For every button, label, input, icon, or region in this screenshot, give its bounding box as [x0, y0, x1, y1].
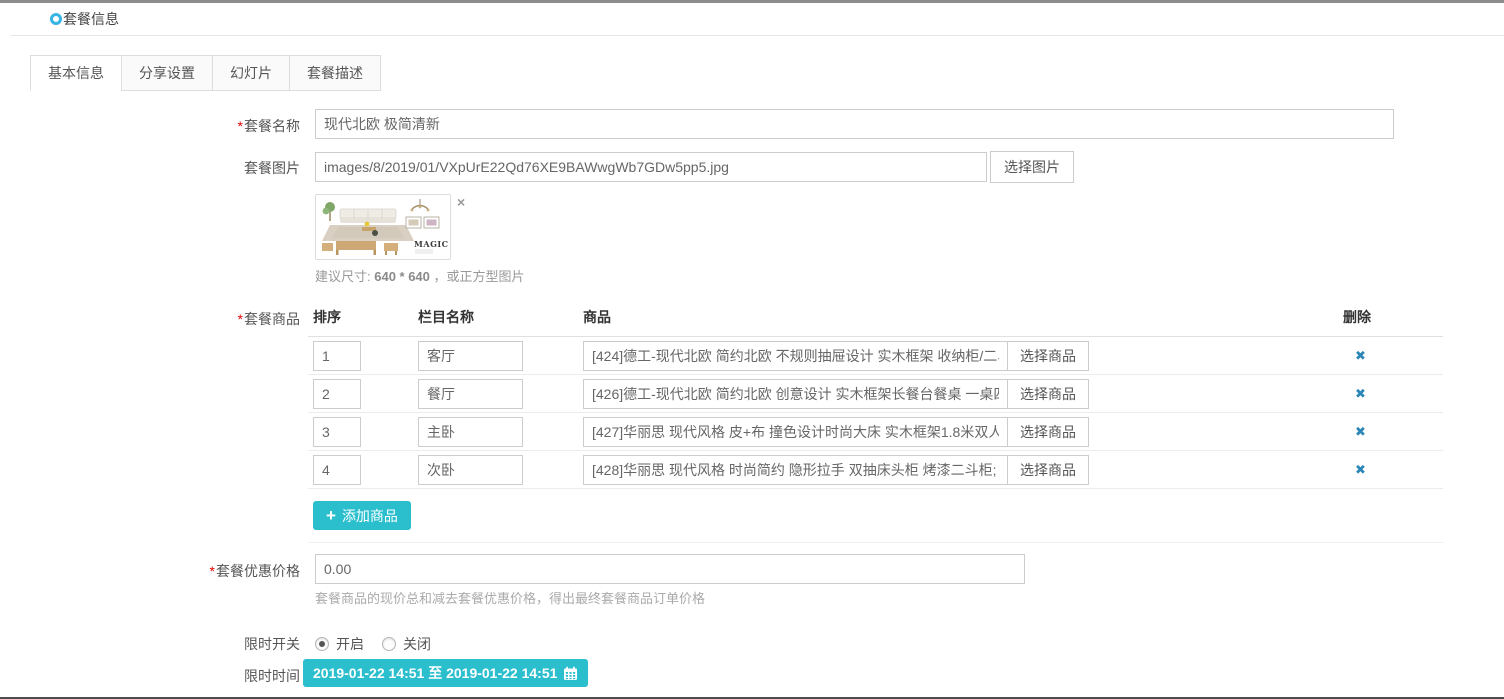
- limit-switch-label: 限时开关: [10, 632, 308, 654]
- choose-product-button[interactable]: 选择商品: [1007, 455, 1089, 485]
- page-title: 套餐信息: [63, 9, 119, 29]
- image-watermark-text: MAGIC: [414, 239, 448, 249]
- tab-slideshow[interactable]: 幻灯片: [212, 55, 290, 91]
- category-name-input[interactable]: [418, 341, 523, 371]
- tab-package-description[interactable]: 套餐描述: [289, 55, 381, 91]
- sort-input[interactable]: [313, 455, 361, 485]
- sort-input[interactable]: [313, 417, 361, 447]
- category-name-input[interactable]: [418, 417, 523, 447]
- limit-time-label: 限时时间: [10, 659, 308, 686]
- delete-row-icon[interactable]: ✖: [1338, 386, 1366, 401]
- package-image-path-input[interactable]: [315, 152, 987, 182]
- required-asterisk: *: [238, 311, 243, 327]
- plus-icon: +: [326, 507, 336, 524]
- category-name-input[interactable]: [418, 455, 523, 485]
- furniture-scene-image: MAGIC: [318, 197, 448, 257]
- choose-product-button[interactable]: 选择商品: [1007, 417, 1089, 447]
- delete-row-icon[interactable]: ✖: [1338, 348, 1366, 363]
- add-product-button[interactable]: +添加商品: [313, 501, 411, 530]
- choose-product-button[interactable]: 选择商品: [1007, 379, 1089, 409]
- products-table-header: 排序 栏目名称 商品 删除: [308, 307, 1443, 337]
- product-row: 选择商品 ✖: [308, 337, 1443, 375]
- package-price-label: *套餐优惠价格: [10, 554, 308, 581]
- column-header-category: 栏目名称: [413, 307, 578, 327]
- image-size-hint: 建议尺寸: 640 * 640 ，或正方型图片: [315, 266, 1074, 285]
- package-name-input[interactable]: [315, 109, 1394, 139]
- tab-share-settings[interactable]: 分享设置: [121, 55, 213, 91]
- column-header-product: 商品: [578, 307, 1338, 327]
- tab-bar: 基本信息 分享设置 幻灯片 套餐描述: [30, 55, 1504, 91]
- delete-row-icon[interactable]: ✖: [1338, 424, 1366, 439]
- package-image-thumbnail: MAGIC: [315, 194, 451, 260]
- package-price-input[interactable]: [315, 554, 1025, 584]
- date-range-button[interactable]: 2019-01-22 14:51 至 2019-01-22 14:51: [303, 659, 588, 687]
- product-row: 选择商品 ✖: [308, 451, 1443, 489]
- package-image-label: 套餐图片: [10, 151, 308, 178]
- package-form: *套餐名称 套餐图片 选择图片: [0, 109, 1504, 699]
- package-products-label: *套餐商品: [10, 307, 308, 329]
- choose-image-button[interactable]: 选择图片: [990, 151, 1074, 183]
- limit-switch-on-option[interactable]: 开启: [315, 634, 364, 654]
- product-readonly-field: [583, 379, 1008, 409]
- page-header: 套餐信息: [10, 3, 1504, 36]
- product-readonly-field: [583, 341, 1008, 371]
- remove-image-icon[interactable]: ×: [457, 196, 465, 208]
- sort-input[interactable]: [313, 379, 361, 409]
- required-asterisk: *: [238, 118, 243, 134]
- column-header-sort: 排序: [308, 307, 413, 327]
- section-circle-icon: [50, 13, 62, 25]
- choose-product-button[interactable]: 选择商品: [1007, 341, 1089, 371]
- product-row: 选择商品 ✖: [308, 413, 1443, 451]
- radio-off-icon[interactable]: [382, 637, 396, 651]
- products-table: 排序 栏目名称 商品 删除 选择商品 ✖: [308, 307, 1443, 543]
- tab-basic-info[interactable]: 基本信息: [30, 55, 122, 91]
- product-row: 选择商品 ✖: [308, 375, 1443, 413]
- column-header-delete: 删除: [1338, 307, 1443, 327]
- radio-on-icon[interactable]: [315, 637, 329, 651]
- limit-switch-off-option[interactable]: 关闭: [382, 634, 431, 654]
- sort-input[interactable]: [313, 341, 361, 371]
- product-readonly-field: [583, 455, 1008, 485]
- category-name-input[interactable]: [418, 379, 523, 409]
- product-readonly-field: [583, 417, 1008, 447]
- package-name-label: *套餐名称: [10, 109, 308, 136]
- calendar-icon: [563, 666, 578, 681]
- delete-row-icon[interactable]: ✖: [1338, 462, 1366, 477]
- required-asterisk: *: [210, 563, 215, 579]
- price-hint-text: 套餐商品的现价总和减去套餐优惠价格，得出最终套餐商品订单价格: [315, 588, 1025, 607]
